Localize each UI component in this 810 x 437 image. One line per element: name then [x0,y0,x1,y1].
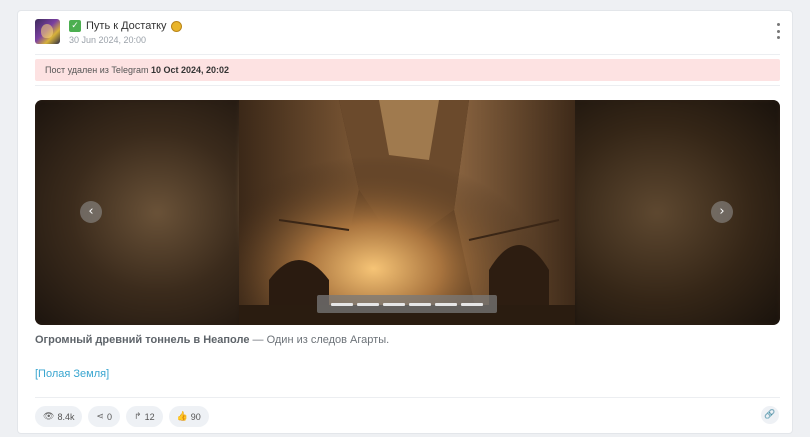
forwards-count: 12 [144,411,155,422]
likes-counter[interactable]: 👍 90 [168,406,209,427]
post-date: 30 Jun 2024, 20:00 [69,35,147,45]
post-card: ✓ Путь к Достатку 30 Jun 2024, 20:00 Пос… [17,10,793,434]
shares-count: 0 [107,411,113,422]
thumbs-up-icon: 👍 [176,411,188,422]
channel-title[interactable]: ✓ Путь к Достатку [69,19,182,33]
tunnel-photo[interactable] [239,100,575,325]
deleted-notice-text: Пост удален из Telegram [45,65,149,75]
likes-count: 90 [190,411,201,422]
hashtag-link[interactable]: [Полая Земля] [35,368,109,380]
divider [35,397,780,398]
verified-check-icon: ✓ [69,20,81,32]
slide-indicator[interactable] [435,302,457,306]
chevron-right-icon: › [719,204,725,219]
image-gallery[interactable]: ‹ › [35,100,780,325]
slide-indicator[interactable] [461,302,483,306]
copy-link-button[interactable]: 🔗 [761,406,779,424]
slide-indicator[interactable] [331,302,353,306]
link-icon: 🔗 [764,410,776,420]
channel-avatar[interactable] [35,19,60,44]
deleted-notice-banner: Пост удален из Telegram 10 Oct 2024, 20:… [35,59,780,81]
divider [35,85,780,86]
gallery-next-button[interactable]: › [711,201,733,223]
chevron-left-icon: ‹ [88,204,94,219]
caption-text: — Один из следов Агарты. [249,334,390,346]
post-caption: Огромный древний тоннель в Неаполе — Оди… [35,334,389,346]
divider [35,54,780,55]
post-stats: 👁 8.4k ⋖ 0 ↱ 12 👍 90 [35,406,209,427]
dot-icon [776,23,780,26]
dot-icon [776,36,780,39]
views-count: 8.4k [57,411,75,422]
post-header: ✓ Путь к Достатку 30 Jun 2024, 20:00 [18,11,794,55]
slide-indicator[interactable] [409,302,431,306]
slide-indicator[interactable] [383,302,405,306]
dot-icon [776,29,780,33]
share-icon: ⋖ [96,411,104,422]
gallery-slide-indicators [317,295,497,313]
caption-bold: Огромный древний тоннель в Неаполе [35,334,250,346]
deleted-date: 10 Oct 2024, 20:02 [150,65,230,75]
more-options-button[interactable] [774,23,782,39]
views-counter[interactable]: 👁 8.4k [35,406,83,427]
forward-icon: ↱ [134,411,142,422]
forwards-counter[interactable]: ↱ 12 [126,406,163,427]
gallery-prev-button[interactable]: ‹ [80,201,102,223]
slide-indicator[interactable] [357,302,379,306]
eye-icon: 👁 [43,411,55,422]
shares-counter[interactable]: ⋖ 0 [88,406,121,427]
channel-name[interactable]: Путь к Достатку [86,20,167,32]
medal-icon [170,20,182,32]
